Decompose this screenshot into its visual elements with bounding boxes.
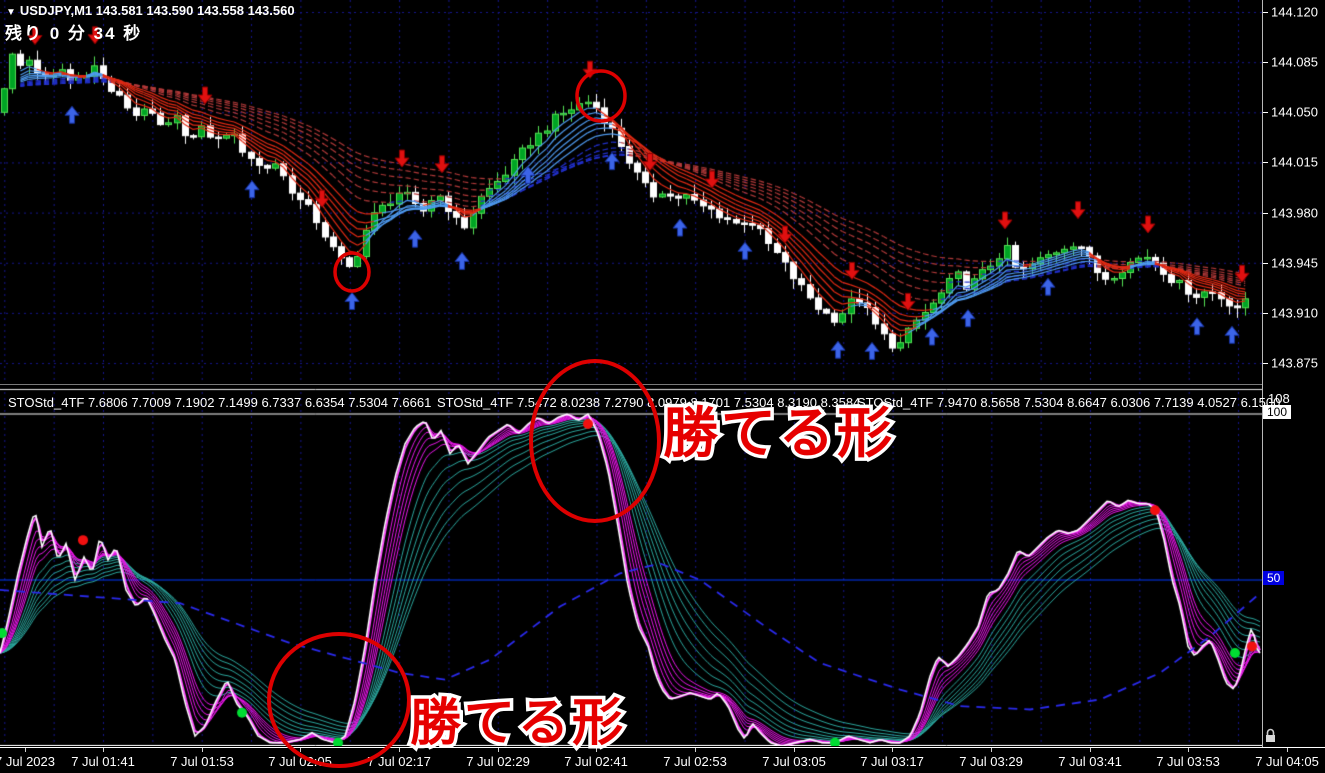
time-tick-label: 7 Jul 03:53 [1156,754,1220,769]
time-tick-label: 7 Jul 03:05 [762,754,826,769]
time-tick-mark [794,748,795,752]
stochastic-indicator-canvas[interactable] [0,386,1262,746]
price-tick-label: 144.120 [1271,4,1318,20]
price-tick-mark [1263,212,1268,214]
time-tick-label: 7 Jul 03:29 [959,754,1023,769]
price-tick-label: 143.945 [1271,255,1318,271]
time-tick-label: 7 Jul 02:17 [367,754,431,769]
indicator-header: STOStd_4TF 7.9470 8.5658 7.5304 8.6647 6… [857,395,1281,410]
price-tick-label: 143.875 [1271,355,1318,371]
time-tick-mark [399,748,400,752]
time-tick-label: 7 Jul 03:41 [1058,754,1122,769]
price-tick-label: 143.910 [1271,305,1318,321]
price-tick-mark [1263,112,1268,114]
time-tick-mark [300,748,301,752]
symbol-label: USDJPY,M1 [19,3,93,18]
panel-separator[interactable] [0,384,1262,385]
time-tick-mark [103,748,104,752]
symbol-header: ▼ USDJPY,M1 143.581 143.590 143.558 143.5… [6,3,295,18]
time-tick-label: 7 Jul 01:53 [170,754,234,769]
indicator-header: STOStd_4TF 7.6806 7.7009 7.1902 7.1499 6… [8,395,432,410]
price-tick-label: 144.085 [1271,54,1318,70]
time-tick-mark [1188,748,1189,752]
price-tick-mark [1263,262,1268,264]
symbol-ohlc-quote: 143.581 143.590 143.558 143.560 [95,3,295,18]
time-tick-mark [991,748,992,752]
time-tick-mark [202,748,203,752]
time-tick-mark [1287,748,1288,752]
price-tick-label: 144.050 [1271,104,1318,120]
main-price-chart-canvas[interactable] [0,0,1262,384]
symbol-dropdown-icon[interactable]: ▼ [6,7,16,18]
time-tick-label: 7 Jul 2023 [0,754,55,769]
time-tick-mark [25,748,26,752]
time-axis[interactable]: 7 Jul 2023 7 Jul 01:41 7 Jul 01:53 7 Jul 02… [0,747,1325,773]
time-tick-label: 7 Jul 01:41 [71,754,135,769]
time-tick-mark [1090,748,1091,752]
time-tick-label: 7 Jul 03:17 [860,754,924,769]
time-tick-label: 7 Jul 02:41 [564,754,628,769]
time-tick-label: 7 Jul 02:53 [663,754,727,769]
time-tick-label: 7 Jul 04:05 [1255,754,1319,769]
candle-countdown-timer: 残り 0 分 34 秒 [5,24,143,43]
indicator-header: STOStd_4TF 7.5472 8.0238 7.2790 8.0979 8… [437,395,861,410]
time-tick-mark [695,748,696,752]
scale-lock-icon[interactable] [1264,728,1277,743]
time-tick-mark [498,748,499,752]
price-axis[interactable]: 144.120 144.085 144.050 144.015 143.980 143.9… [1262,0,1325,747]
price-tick-mark [1263,162,1268,164]
price-tick-mark [1263,362,1268,364]
time-tick-mark [892,748,893,752]
indicator-level-50-chip: 50 [1263,571,1285,585]
time-tick-mark [596,748,597,752]
chart-window: ▼ USDJPY,M1 143.581 143.590 143.558 143.5… [0,0,1325,773]
time-tick-label: 7 Jul 02:05 [268,754,332,769]
time-tick-label: 7 Jul 02:29 [466,754,530,769]
price-tick-mark [1263,312,1268,314]
price-tick-mark [1263,62,1268,64]
price-tick-label: 143.980 [1271,205,1318,221]
price-tick-mark [1263,12,1268,13]
price-tick-label: 144.015 [1271,154,1318,170]
